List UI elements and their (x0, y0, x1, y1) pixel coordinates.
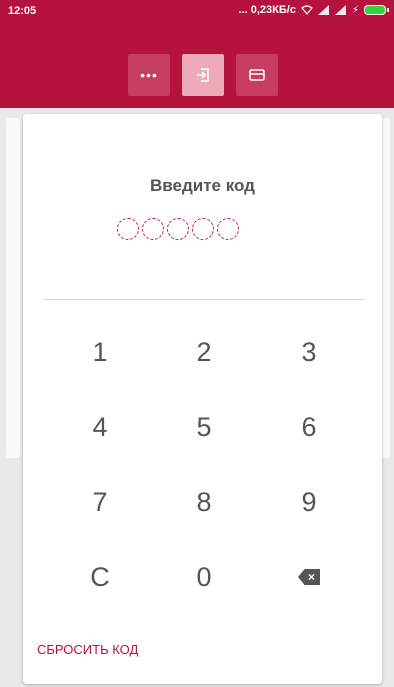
key-3[interactable]: 3 (269, 322, 349, 382)
key-8[interactable]: 8 (164, 472, 244, 532)
backspace-button[interactable]: × (269, 547, 349, 607)
status-time: 12:05 (8, 5, 37, 17)
more-button[interactable]: ••• (128, 54, 170, 96)
status-indicators: ... 0,23КБ/с ⚡ (238, 4, 389, 16)
pin-dot (142, 218, 164, 240)
backspace-icon: × (298, 569, 320, 585)
key-7[interactable]: 7 (60, 472, 140, 532)
battery-icon (364, 5, 389, 15)
login-button[interactable] (182, 54, 224, 96)
key-2[interactable]: 2 (164, 322, 244, 382)
pin-dot (192, 218, 214, 240)
top-toolbar: ••• (0, 46, 394, 108)
charging-icon: ⚡ (351, 4, 359, 16)
card-button[interactable] (236, 54, 278, 96)
signal-icon (317, 5, 329, 15)
key-0[interactable]: 0 (164, 547, 244, 607)
key-4[interactable]: 4 (60, 397, 140, 457)
side-card-left (6, 118, 20, 458)
key-1[interactable]: 1 (60, 322, 140, 382)
login-icon (197, 68, 209, 82)
wifi-icon (301, 5, 313, 15)
key-5[interactable]: 5 (164, 397, 244, 457)
signal-icon (334, 5, 346, 15)
pin-card: Введите код 1 2 3 4 5 6 7 8 9 C 0 × СБРО… (23, 114, 382, 684)
key-9[interactable]: 9 (269, 472, 349, 532)
reset-code-link[interactable]: СБРОСИТЬ КОД (37, 642, 138, 657)
more-icon: ••• (140, 67, 158, 83)
key-6[interactable]: 6 (269, 397, 349, 457)
pin-dot (167, 218, 189, 240)
pin-title: Введите код (150, 176, 255, 195)
pin-indicator (117, 218, 239, 240)
pin-dot (217, 218, 239, 240)
network-speed: ... 0,23КБ/с (238, 4, 296, 16)
pin-dot (117, 218, 139, 240)
divider (43, 299, 366, 300)
card-icon (249, 69, 265, 81)
key-clear[interactable]: C (60, 547, 140, 607)
status-bar: 12:05 ... 0,23КБ/с ⚡ (0, 0, 394, 46)
